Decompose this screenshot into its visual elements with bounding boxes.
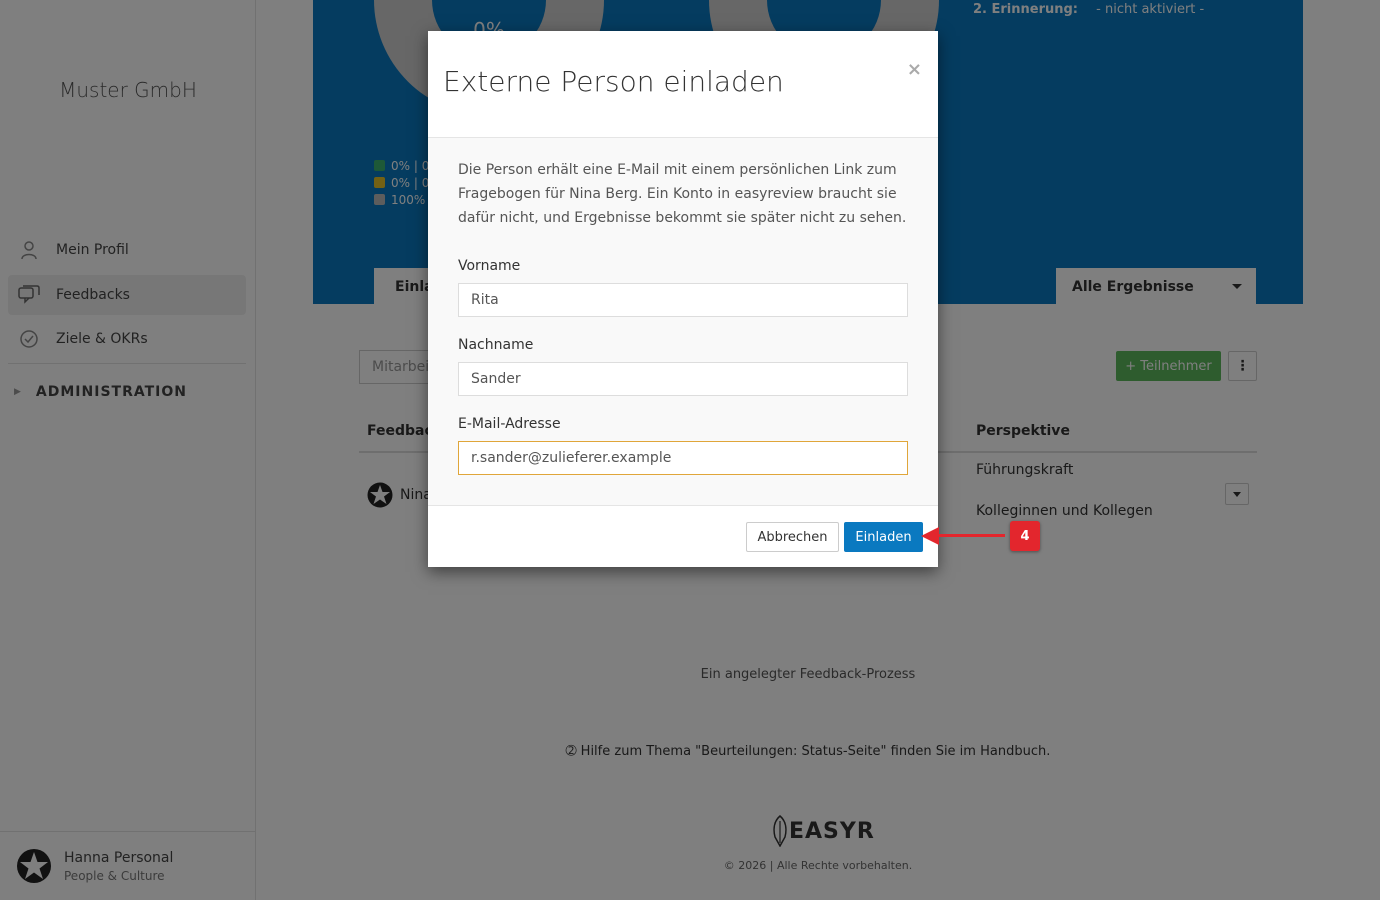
modal-header: Externe Person einladen × [428, 31, 938, 138]
cancel-button[interactable]: Abbrechen [746, 522, 839, 552]
annotation-step-badge: 4 [1010, 521, 1040, 551]
modal-description: Die Person erhält eine E-Mail mit einem … [458, 162, 907, 226]
email-label: E-Mail-Adresse [458, 416, 561, 432]
first-name-label: Vorname [458, 258, 521, 274]
last-name-field[interactable]: Sander [458, 362, 908, 396]
modal-title: Externe Person einladen [443, 65, 784, 98]
first-name-field[interactable]: Rita [458, 283, 908, 317]
modal-body: Die Person erhält eine E-Mail mit einem … [428, 138, 938, 505]
annotation-arrow-head [921, 527, 939, 545]
annotation-arrow-line [937, 534, 1005, 537]
email-field[interactable]: r.sander@zulieferer.example [458, 441, 908, 475]
invite-button[interactable]: Einladen [844, 522, 923, 552]
last-name-label: Nachname [458, 337, 534, 353]
modal-footer: Abbrechen Einladen [428, 505, 938, 567]
close-icon[interactable]: × [907, 59, 922, 80]
invite-external-modal: Externe Person einladen × Die Person erh… [428, 31, 938, 567]
